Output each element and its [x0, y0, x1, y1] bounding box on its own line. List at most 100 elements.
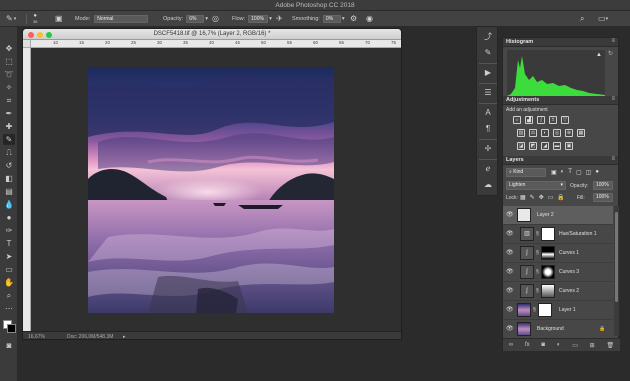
lock-pixels-icon[interactable]: ✎ [530, 194, 535, 201]
character-panel-icon[interactable]: A [482, 107, 494, 119]
visibility-eye-icon[interactable]: 👁 [506, 211, 514, 218]
actions-play-icon[interactable]: ▶ [482, 67, 494, 79]
background-color-swatch[interactable] [7, 324, 16, 333]
visibility-eye-icon[interactable]: 👁 [506, 230, 514, 237]
brush-tool-preset-icon[interactable]: ✎ ▾ [6, 14, 16, 24]
type-tool-icon[interactable]: T [3, 238, 15, 249]
opacity-field[interactable]: 6% [186, 15, 205, 23]
visibility-eye-icon[interactable]: 👁 [506, 287, 514, 294]
path-selection-tool-icon[interactable]: ➤ [3, 251, 15, 262]
layer-row[interactable]: 👁 § Layer 1 [503, 301, 613, 320]
posterize-icon[interactable]: ◩ [529, 142, 537, 150]
more-tools-icon[interactable]: ⋯ [3, 303, 15, 314]
exposure-icon[interactable]: ± [549, 116, 557, 124]
delete-layer-icon[interactable]: 🗑 [606, 342, 614, 349]
move-tool-icon[interactable]: ✥ [3, 43, 15, 54]
lock-all-icon[interactable]: 🔒 [557, 194, 564, 201]
layer-row[interactable]: 👁 Background 🔒 [503, 320, 613, 338]
color-lookup-icon[interactable]: ▦ [577, 129, 585, 137]
layer-filter-kind[interactable]: ⌕ Kind [506, 168, 546, 177]
vertical-ruler[interactable] [23, 48, 31, 331]
quick-mask-icon[interactable]: ◙ [3, 340, 15, 351]
smoothing-field[interactable]: 0% [322, 15, 341, 23]
airbrush-icon[interactable]: ✈ [276, 14, 283, 24]
hand-tool-icon[interactable]: ✋ [3, 277, 15, 288]
chain-link-icon[interactable]: § [536, 288, 539, 294]
panel-menu-icon[interactable]: ≡ [611, 96, 615, 102]
mode-select[interactable]: Normal [94, 15, 149, 23]
glyphs-panel-icon[interactable]: ℯ [482, 163, 494, 175]
zoom-level[interactable]: 16,67% [28, 334, 45, 339]
chain-link-icon[interactable]: § [536, 269, 539, 275]
brush-size-picker[interactable]: ● 36 [33, 13, 37, 24]
clone-stamp-tool-icon[interactable]: ⎍ [3, 147, 15, 158]
libraries-panel-icon[interactable]: ☁ [482, 179, 494, 191]
histogram-refresh-icon[interactable]: ↻ [608, 50, 613, 57]
history-panel-icon[interactable]: ⤴ [482, 31, 494, 43]
levels-icon[interactable]: ▟ [525, 116, 533, 124]
layer-row[interactable]: 👁 ∫ § Curves 2 [503, 282, 613, 301]
chain-link-icon[interactable]: § [536, 231, 539, 237]
invert-icon[interactable]: ◪ [517, 142, 525, 150]
chain-link-icon[interactable]: § [533, 307, 536, 313]
layers-panel-header[interactable]: Layers ≡ [503, 156, 618, 165]
lock-position-icon[interactable]: ✥ [539, 194, 544, 201]
layers-scrollbar[interactable] [614, 206, 619, 336]
filter-shape-icon[interactable]: ▢ [576, 169, 582, 176]
visibility-eye-icon[interactable]: 👁 [506, 268, 514, 275]
layer-row[interactable]: 👁 Layer 2 [503, 206, 613, 225]
flow-field[interactable]: 100% [248, 15, 269, 23]
smoothing-options-gear-icon[interactable]: ⚙ [350, 14, 357, 24]
new-adjustment-icon[interactable]: ◐ [557, 342, 561, 348]
horizontal-ruler[interactable]: 10 15 20 25 30 35 40 45 50 55 60 65 70 75 [31, 40, 401, 48]
vibrance-icon[interactable]: ▽ [561, 116, 569, 124]
filter-pixel-icon[interactable]: ▣ [551, 169, 557, 176]
status-menu-arrow-icon[interactable]: ▸ [123, 334, 126, 339]
rectangle-tool-icon[interactable]: ▭ [3, 264, 15, 275]
hue-saturation-icon[interactable]: ▥ [517, 129, 525, 137]
gradient-tool-icon[interactable]: ▤ [3, 186, 15, 197]
healing-brush-tool-icon[interactable]: ✚ [3, 121, 15, 132]
layer-style-fx-icon[interactable]: fx [525, 342, 530, 348]
black-white-icon[interactable]: ◐ [541, 129, 549, 137]
pen-tool-icon[interactable]: ✑ [3, 225, 15, 236]
search-icon[interactable]: ⌕ [580, 14, 584, 24]
layer-row[interactable]: 👁 ▥ § Hue/Saturation 1 [503, 225, 613, 244]
filter-type-icon[interactable]: T [568, 169, 572, 176]
histogram-warning-icon[interactable]: ▲ [596, 52, 602, 58]
properties-panel-icon[interactable]: ☰ [482, 87, 494, 99]
lock-transparency-icon[interactable]: ▦ [520, 194, 526, 201]
filter-adjustment-icon[interactable]: ◐ [561, 169, 565, 176]
color-balance-icon[interactable]: ⚖ [529, 129, 537, 137]
adjustments-panel-header[interactable]: Adjustments ≡ [503, 96, 618, 105]
curves-icon[interactable]: ∫ [537, 116, 545, 124]
selective-color-icon[interactable]: ▣ [565, 142, 573, 150]
fill-field[interactable]: 100% [593, 193, 613, 202]
layer-opacity-field[interactable]: 100% [593, 181, 613, 190]
new-layer-icon[interactable]: ⊞ [590, 342, 595, 349]
visibility-eye-icon[interactable]: 👁 [506, 306, 514, 313]
chain-link-icon[interactable]: § [536, 250, 539, 256]
visibility-eye-icon[interactable]: 👁 [506, 325, 514, 332]
marquee-tool-icon[interactable]: ⬚ [3, 56, 15, 67]
history-brush-tool-icon[interactable]: ↺ [3, 160, 15, 171]
crop-tool-icon[interactable]: ⌗ [3, 95, 15, 106]
eraser-tool-icon[interactable]: ◧ [3, 173, 15, 184]
ruler-origin[interactable] [23, 40, 31, 48]
histogram-panel-header[interactable]: Histogram ≡ [503, 38, 618, 47]
quick-selection-tool-icon[interactable]: ✧ [3, 82, 15, 93]
photo-filter-icon[interactable]: ◎ [553, 129, 561, 137]
lasso-tool-icon[interactable]: ➰ [3, 69, 15, 80]
eyedropper-tool-icon[interactable]: ✒ [3, 108, 15, 119]
link-layers-icon[interactable]: ∞ [509, 342, 513, 348]
brush-tool-icon[interactable]: ✎ [3, 134, 15, 145]
blur-tool-icon[interactable]: 💧 [3, 199, 15, 210]
panel-menu-icon[interactable]: ≡ [611, 156, 615, 162]
brightness-contrast-icon[interactable]: ☼ [513, 116, 521, 124]
gradient-map-icon[interactable]: ▬ [553, 142, 561, 150]
info-panel-icon[interactable]: ✢ [482, 143, 494, 155]
paragraph-panel-icon[interactable]: ¶ [482, 123, 494, 135]
channel-mixer-icon[interactable]: ⊕ [565, 129, 573, 137]
pressure-size-icon[interactable]: ◉ [366, 14, 373, 24]
add-mask-icon[interactable]: ◙ [541, 342, 545, 348]
